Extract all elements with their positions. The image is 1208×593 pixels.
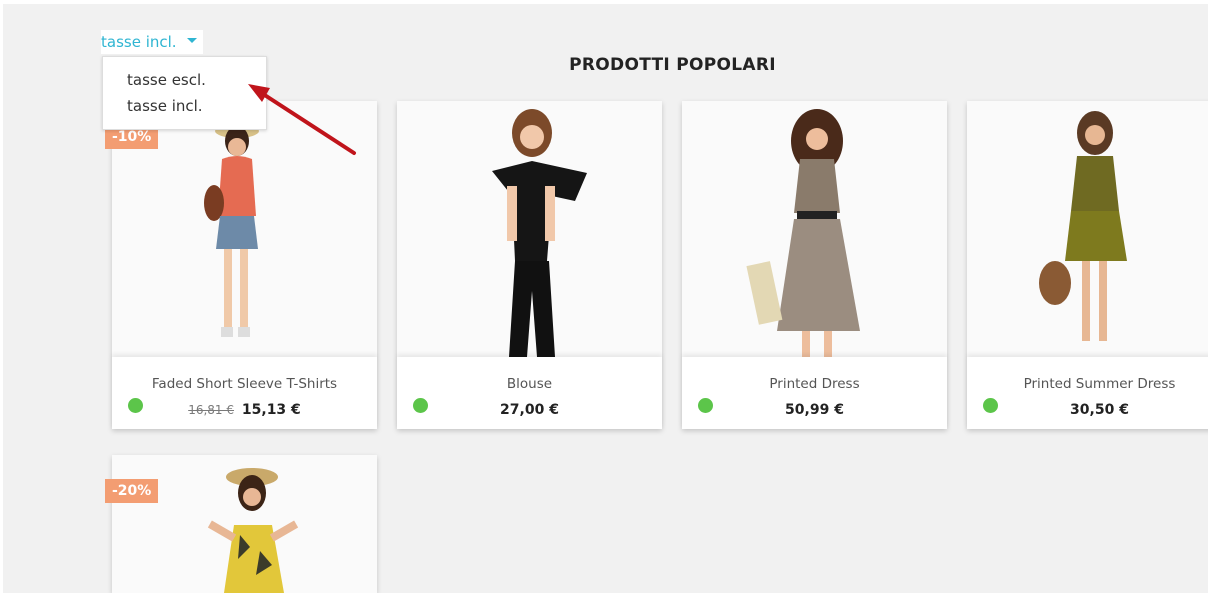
product-info: Faded Short Sleeve T-Shirts 16,81 € 15,1…: [112, 357, 377, 429]
product-price: 15,13 €: [241, 402, 301, 418]
product-name[interactable]: Printed Dress: [682, 376, 947, 392]
product-info: Blouse 27,00 €: [397, 357, 662, 429]
annotation-arrow-icon: [248, 84, 356, 155]
product-name[interactable]: Printed Summer Dress: [967, 376, 1208, 392]
product-info: Printed Dress 50,99 €: [682, 357, 947, 429]
product-card[interactable]: -20%: [105, 455, 377, 593]
product-image[interactable]: [397, 101, 662, 357]
product-price: 30,50 €: [1070, 402, 1129, 418]
product-card[interactable]: Blouse 27,00 €: [397, 101, 662, 429]
product-price-row: 16,81 € 15,13 €: [112, 402, 377, 418]
product-image[interactable]: [682, 101, 947, 357]
product-info: Printed Summer Dress 30,50 €: [967, 357, 1208, 429]
product-old-price: 16,81 €: [188, 403, 235, 417]
tax-display-toggle[interactable]: tasse incl.: [101, 30, 203, 54]
product-name[interactable]: Blouse: [397, 376, 662, 392]
discount-badge: -20%: [105, 479, 159, 503]
product-image[interactable]: [967, 101, 1208, 357]
tax-toggle-label: tasse incl.: [101, 33, 177, 51]
caret-down-icon: [186, 38, 197, 43]
product-price-row: 50,99 €: [682, 402, 947, 418]
product-name[interactable]: Faded Short Sleeve T-Shirts: [112, 376, 377, 392]
product-image[interactable]: [112, 455, 377, 593]
product-price: 50,99 €: [785, 402, 844, 418]
product-card[interactable]: Printed Dress 50,99 €: [682, 101, 947, 429]
product-price: 27,00 €: [500, 402, 559, 418]
product-card[interactable]: Printed Summer Dress 30,50 €: [967, 101, 1208, 429]
product-price-row: 30,50 €: [967, 402, 1208, 418]
product-price-row: 27,00 €: [397, 402, 662, 418]
